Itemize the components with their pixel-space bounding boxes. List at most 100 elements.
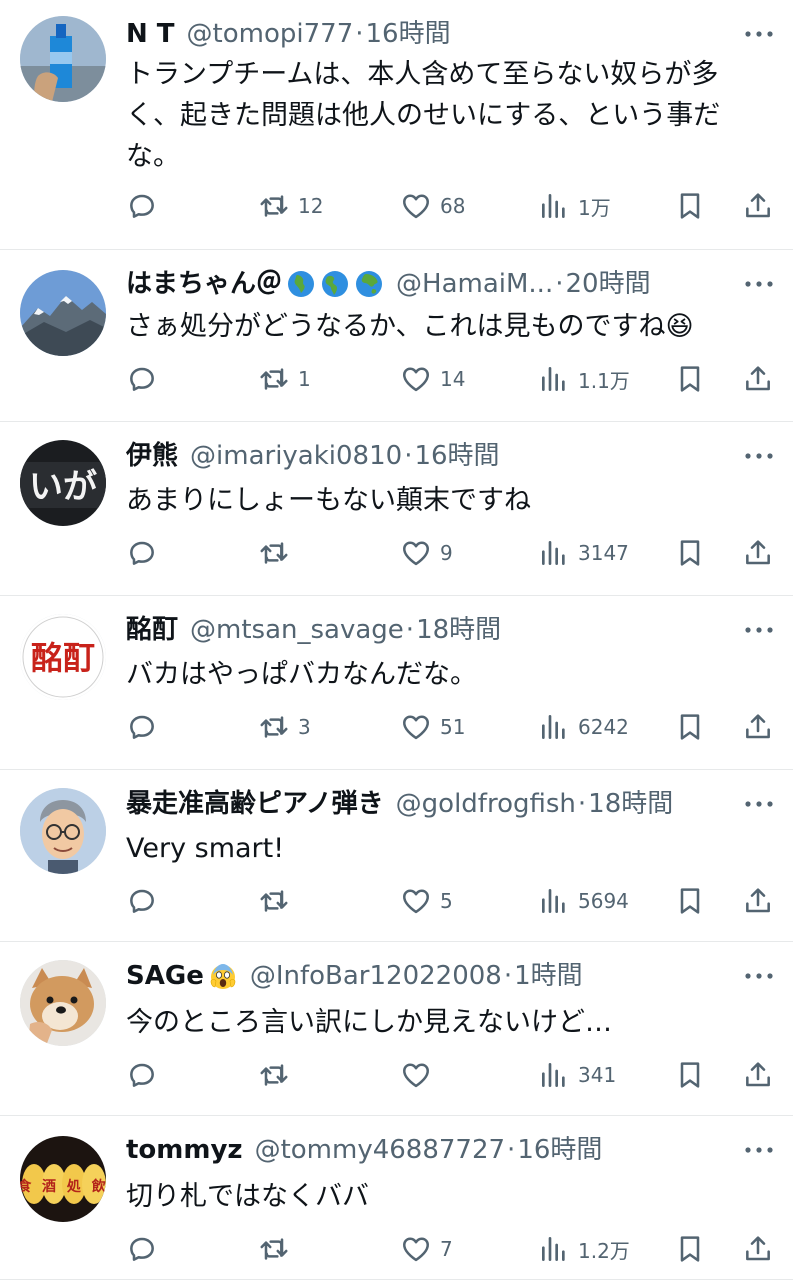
user-handle[interactable]: @imariyaki0810	[190, 438, 402, 474]
globe-africa-icon	[286, 269, 316, 299]
like-button[interactable]: 14	[400, 359, 465, 399]
display-name[interactable]: N T	[126, 16, 175, 52]
bookmark-button[interactable]	[674, 533, 706, 573]
reply-button[interactable]	[126, 359, 166, 399]
more-options-icon[interactable]	[743, 18, 775, 50]
like-button[interactable]: 51	[400, 707, 465, 747]
reply-icon	[126, 537, 158, 569]
display-name[interactable]: 伊熊	[126, 438, 178, 474]
display-name[interactable]: 酩酊	[126, 612, 178, 648]
user-handle[interactable]: @goldfrogfish	[396, 786, 576, 822]
avatar[interactable]	[20, 16, 106, 102]
tweet-header: 伊熊 @imariyaki0810 · 16時間	[126, 438, 500, 474]
reply-icon	[126, 1233, 158, 1265]
display-name[interactable]: tommyz	[126, 1132, 243, 1168]
retweets-count: 1	[298, 367, 311, 391]
like-button[interactable]: 68	[400, 186, 465, 226]
views-button[interactable]: 1.2万	[538, 1229, 630, 1269]
tweet-text: 切り札ではなくババ	[126, 1181, 369, 1212]
reply-tweet[interactable]: いが 伊熊 @imariyaki0810 · 16時間 あまりにしょーもない顛末ですね 9 3…	[0, 422, 793, 596]
reply-button[interactable]	[126, 707, 166, 747]
action-bar: 3 51 6242	[0, 707, 793, 747]
timestamp[interactable]: 18時間	[416, 612, 501, 648]
share-button[interactable]	[742, 881, 774, 921]
user-handle[interactable]: @HamaiM...	[396, 266, 553, 302]
more-options-icon[interactable]	[743, 268, 775, 300]
timestamp[interactable]: 16時間	[517, 1132, 602, 1168]
retweet-button[interactable]: 1	[258, 359, 311, 399]
timestamp[interactable]: 18時間	[588, 786, 673, 822]
reply-tweet[interactable]: SAGe @InfoBar12022008 · 1時間 今のところ言い訳にしか見えないけ…	[0, 942, 793, 1116]
share-button[interactable]	[742, 707, 774, 747]
views-button[interactable]: 1.1万	[538, 359, 630, 399]
bar-chart-icon	[538, 711, 570, 743]
timestamp[interactable]: 16時間	[414, 438, 499, 474]
bookmark-button[interactable]	[674, 1055, 706, 1095]
like-button[interactable]: 5	[400, 881, 453, 921]
user-handle[interactable]: @InfoBar12022008	[250, 958, 502, 994]
timestamp[interactable]: 20時間	[565, 266, 650, 302]
reply-button[interactable]	[126, 186, 166, 226]
bookmark-button[interactable]	[674, 186, 706, 226]
reply-tweet[interactable]: はまちゃん＠ @HamaiM... · 20時間 さぁ処分がどうなるか、これは見ものです…	[0, 250, 793, 422]
avatar[interactable]	[20, 960, 106, 1046]
retweet-button[interactable]	[258, 533, 298, 573]
retweet-button[interactable]	[258, 1055, 298, 1095]
share-button[interactable]	[742, 533, 774, 573]
more-options-icon[interactable]	[743, 960, 775, 992]
views-button[interactable]: 1万	[538, 186, 611, 226]
user-handle[interactable]: @tomopi777	[187, 16, 354, 52]
retweet-button[interactable]	[258, 881, 298, 921]
reply-button[interactable]	[126, 1055, 166, 1095]
retweet-button[interactable]: 12	[258, 186, 323, 226]
reply-button[interactable]	[126, 1229, 166, 1269]
avatar[interactable]	[20, 270, 106, 356]
retweet-button[interactable]: 3	[258, 707, 311, 747]
display-name[interactable]: はまちゃん＠	[126, 266, 282, 302]
likes-count: 14	[440, 367, 466, 391]
retweet-icon	[258, 1233, 290, 1265]
timestamp[interactable]: 1時間	[514, 958, 583, 994]
bar-chart-icon	[538, 1233, 570, 1265]
more-options-icon[interactable]	[743, 440, 775, 472]
display-name[interactable]: SAGe	[126, 958, 204, 994]
more-options-icon[interactable]	[743, 788, 775, 820]
views-button[interactable]: 6242	[538, 707, 629, 747]
tweet-header: N T @tomopi777 · 16時間	[126, 16, 451, 52]
avatar[interactable]: 酩酊	[20, 614, 106, 700]
tweet-header: 酩酊 @mtsan_savage · 18時間	[126, 612, 501, 648]
avatar[interactable]: いが	[20, 440, 106, 526]
reply-button[interactable]	[126, 533, 166, 573]
reply-tweet[interactable]: N T @tomopi777 · 16時間 トランプチームは、本人含めて至らない奴らが多…	[0, 0, 793, 250]
user-handle[interactable]: @mtsan_savage	[190, 612, 404, 648]
like-button[interactable]: 7	[400, 1229, 453, 1269]
user-handle[interactable]: @tommy46887727	[255, 1132, 505, 1168]
timestamp[interactable]: 16時間	[366, 16, 451, 52]
reply-tweet[interactable]: 酩酊 酩酊 @mtsan_savage · 18時間 バカはやっぱバカなんだな。 3 51 62…	[0, 596, 793, 770]
avatar[interactable]	[20, 788, 106, 874]
like-button[interactable]: 9	[400, 533, 453, 573]
like-button[interactable]	[400, 1055, 440, 1095]
svg-text:食 酒 処 飲: 食 酒 処 飲	[20, 1178, 106, 1195]
share-button[interactable]	[742, 359, 774, 399]
more-options-icon[interactable]	[743, 614, 775, 646]
views-button[interactable]: 341	[538, 1055, 616, 1095]
avatar[interactable]: 食 酒 処 飲	[20, 1136, 106, 1222]
bookmark-button[interactable]	[674, 1229, 706, 1269]
bookmark-button[interactable]	[674, 359, 706, 399]
views-count: 6242	[578, 715, 629, 739]
reply-tweet[interactable]: 暴走准高齢ピアノ弾き @goldfrogfish · 18時間 Very smart! 5…	[0, 770, 793, 942]
bookmark-button[interactable]	[674, 881, 706, 921]
more-options-icon[interactable]	[743, 1134, 775, 1166]
share-button[interactable]	[742, 186, 774, 226]
reply-tweet[interactable]: 食 酒 処 飲 tommyz @tommy46887727 · 16時間 切り札ではなくバ…	[0, 1116, 793, 1280]
retweet-button[interactable]	[258, 1229, 298, 1269]
display-name[interactable]: 暴走准高齢ピアノ弾き	[126, 786, 384, 822]
views-button[interactable]: 5694	[538, 881, 629, 921]
bookmark-button[interactable]	[674, 707, 706, 747]
views-button[interactable]: 3147	[538, 533, 629, 573]
share-button[interactable]	[742, 1055, 774, 1095]
reply-button[interactable]	[126, 881, 166, 921]
likes-count: 51	[440, 715, 466, 739]
share-button[interactable]	[742, 1229, 774, 1269]
